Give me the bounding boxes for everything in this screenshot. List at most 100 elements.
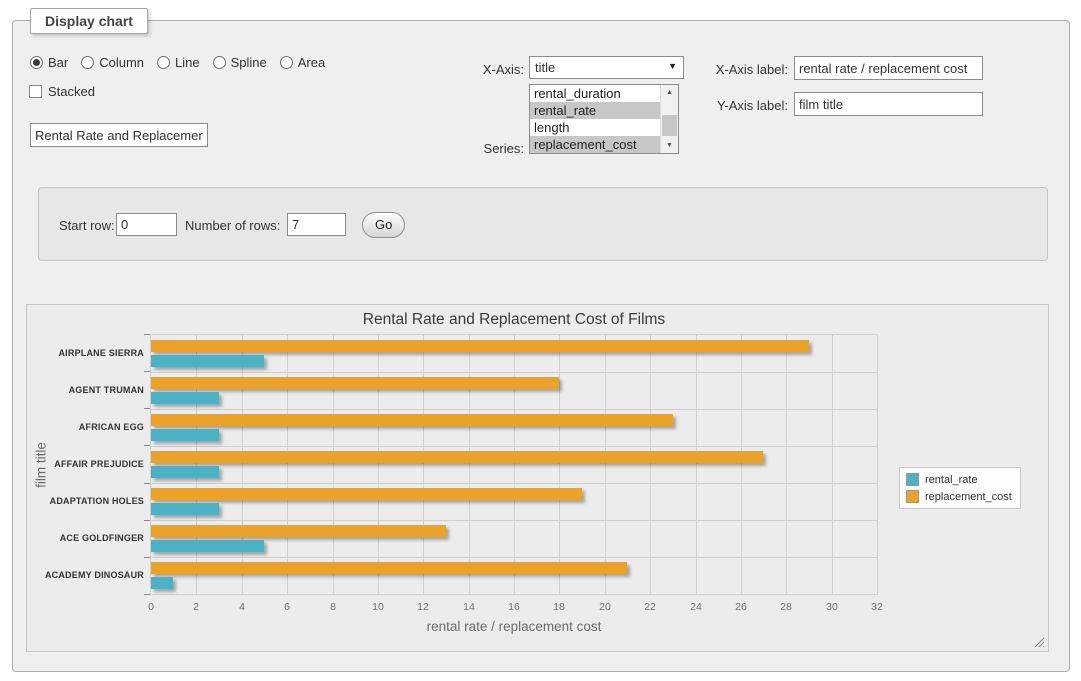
category-label: ACADEMY DINOSAUR — [27, 557, 144, 594]
row-separator — [151, 557, 877, 558]
chart-x-axis-title: rental rate / replacement cost — [150, 619, 878, 634]
x-tick-label: 16 — [508, 601, 520, 613]
y-axis-label-field-label: Y-Axis label: — [675, 98, 788, 113]
fieldset-legend: Display chart — [30, 8, 148, 34]
plot-area — [150, 334, 878, 595]
y-axis-tick — [144, 557, 150, 558]
series-option[interactable]: length — [530, 119, 661, 136]
x-tick-label: 0 — [148, 601, 154, 613]
row-separator — [151, 409, 877, 410]
radio-icon[interactable] — [30, 56, 43, 69]
bar-rental_rate — [151, 503, 219, 515]
scrollbar-thumb[interactable] — [662, 115, 677, 136]
category-label: ACE GOLDFINGER — [27, 520, 144, 557]
gridline — [333, 335, 334, 594]
series-options: rental_durationrental_ratelengthreplacem… — [530, 85, 661, 153]
category-label: AGENT TRUMAN — [27, 372, 144, 409]
y-axis-tick — [144, 408, 150, 409]
chart-type-option-label: Line — [175, 55, 200, 70]
bar-rental_rate — [151, 540, 264, 552]
radio-icon[interactable] — [280, 56, 293, 69]
radio-icon[interactable] — [157, 56, 170, 69]
y-axis-tick — [144, 445, 150, 446]
radio-icon[interactable] — [81, 56, 94, 69]
radio-icon[interactable] — [213, 56, 226, 69]
y-axis-label-input[interactable] — [794, 92, 983, 116]
start-row-label: Start row: — [59, 218, 115, 233]
category-label: ADAPTATION HOLES — [27, 483, 144, 520]
bar-replacement_cost — [151, 340, 809, 352]
listbox-scrollbar[interactable]: ▲ ▼ — [660, 85, 678, 153]
chart-type-option[interactable]: Line — [157, 55, 200, 70]
start-row-input[interactable] — [116, 213, 177, 236]
x-tick-label: 12 — [417, 601, 429, 613]
y-axis-tick — [144, 483, 150, 484]
legend-swatch — [906, 473, 919, 486]
chart-type-option-label: Area — [298, 55, 325, 70]
gridline — [832, 335, 833, 594]
x-tick-label: 18 — [553, 601, 565, 613]
legend-entry: rental_rate — [906, 473, 1012, 486]
chart-type-option-label: Column — [99, 55, 144, 70]
gridline — [242, 335, 243, 594]
bar-rental_rate — [151, 466, 219, 478]
category-label: AFRICAN EGG — [27, 409, 144, 446]
x-axis-select-value: title — [535, 60, 555, 75]
chart-panel: Rental Rate and Replacement Cost of Film… — [26, 304, 1049, 652]
gridline — [196, 335, 197, 594]
bar-replacement_cost — [151, 451, 763, 463]
bar-replacement_cost — [151, 377, 559, 389]
y-axis-tick — [144, 594, 150, 595]
gridline — [605, 335, 606, 594]
number-of-rows-label: Number of rows: — [185, 218, 280, 233]
chart-type-radio-group: Bar Column Line Spline Area — [30, 55, 325, 70]
x-tick-label: 10 — [372, 601, 384, 613]
gridline — [559, 335, 560, 594]
x-tick-label: 28 — [780, 601, 792, 613]
chart-legend: rental_rate replacement_cost — [899, 467, 1021, 509]
series-listbox[interactable]: rental_durationrental_ratelengthreplacem… — [529, 84, 679, 154]
chart-title-input[interactable] — [30, 123, 208, 147]
y-axis-tick — [144, 520, 150, 521]
chart-type-option-label: Bar — [48, 55, 68, 70]
legend-entry: replacement_cost — [906, 490, 1012, 503]
stacked-checkbox-row: Stacked — [29, 84, 95, 99]
series-field-label: Series: — [413, 141, 524, 156]
x-tick-label: 6 — [284, 601, 290, 613]
y-axis-tick — [144, 371, 150, 372]
stacked-checkbox[interactable] — [29, 85, 42, 98]
legend-label: replacement_cost — [925, 491, 1012, 503]
chart-type-option-label: Spline — [231, 55, 267, 70]
x-tick-label: 24 — [690, 601, 702, 613]
bar-rental_rate — [151, 355, 264, 367]
x-axis-label-input[interactable] — [794, 56, 983, 80]
go-button[interactable]: Go — [362, 212, 405, 238]
x-axis-select[interactable]: title ▼ — [529, 56, 684, 79]
row-separator — [151, 372, 877, 373]
bar-replacement_cost — [151, 562, 627, 574]
bar-rental_rate — [151, 577, 173, 589]
row-separator — [151, 520, 877, 521]
legend-label: rental_rate — [925, 474, 978, 486]
x-tick-label: 26 — [735, 601, 747, 613]
scroll-down-icon[interactable]: ▼ — [661, 138, 678, 153]
series-option[interactable]: replacement_cost — [530, 136, 661, 153]
row-separator — [151, 446, 877, 447]
series-option[interactable]: rental_rate — [530, 102, 661, 119]
legend-swatch — [906, 490, 919, 503]
chart-type-option[interactable]: Bar — [30, 55, 68, 70]
bar-replacement_cost — [151, 525, 446, 537]
x-axis-field-label: X-Axis: — [413, 62, 524, 77]
number-of-rows-input[interactable] — [287, 213, 346, 236]
gridline — [786, 335, 787, 594]
series-option[interactable]: rental_duration — [530, 85, 661, 102]
chart-type-option[interactable]: Spline — [213, 55, 267, 70]
gridline — [378, 335, 379, 594]
resize-handle-icon[interactable] — [1033, 636, 1044, 647]
x-axis-label-field-label: X-Axis label: — [675, 62, 788, 77]
chart-type-option[interactable]: Column — [81, 55, 144, 70]
chart-type-option[interactable]: Area — [280, 55, 325, 70]
bar-replacement_cost — [151, 414, 673, 426]
gridline — [287, 335, 288, 594]
x-tick-label: 14 — [463, 601, 475, 613]
